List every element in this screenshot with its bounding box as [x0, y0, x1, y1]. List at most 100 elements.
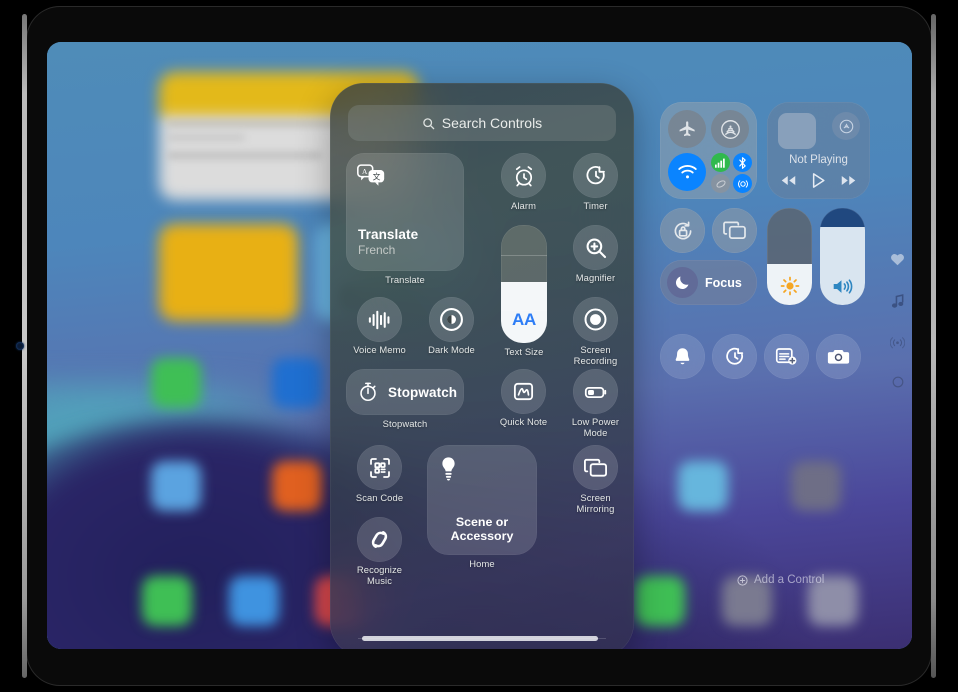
- cellular-button[interactable]: [711, 153, 730, 172]
- control-dark-mode[interactable]: Dark Mode: [428, 297, 475, 355]
- bluetooth-button[interactable]: [733, 153, 752, 172]
- dark-mode-button[interactable]: [429, 297, 474, 342]
- battery-icon: [584, 386, 606, 398]
- circle-icon[interactable]: [892, 376, 904, 388]
- wifi-button[interactable]: [668, 153, 706, 191]
- note-add-icon: [775, 348, 797, 365]
- text-size-slider[interactable]: AA: [501, 225, 547, 343]
- dock-app-icon: [142, 576, 193, 627]
- brightness-slider[interactable]: [767, 208, 812, 305]
- add-a-control-button[interactable]: Add a Control: [737, 574, 824, 586]
- control-magnifier[interactable]: Magnifier: [573, 225, 618, 283]
- quick-note-button[interactable]: [501, 369, 546, 414]
- control-label-screen-recording: Screen Recording: [573, 344, 618, 366]
- hotspot-icon: [737, 179, 748, 188]
- qr-code-icon: [369, 457, 390, 478]
- search-controls-field[interactable]: Search Controls: [348, 105, 616, 141]
- search-icon: [423, 117, 435, 129]
- airplay-button[interactable]: [832, 112, 860, 140]
- control-scene-or-accessory[interactable]: Scene or Accessory Home: [427, 445, 537, 569]
- screen-recording-button[interactable]: [573, 297, 618, 342]
- silent-mode-button[interactable]: [660, 334, 705, 379]
- music-note-icon[interactable]: [891, 293, 905, 309]
- timer-icon: [586, 165, 605, 184]
- screen-mirroring-icon: [723, 221, 746, 239]
- fast-forward-icon[interactable]: [841, 175, 856, 186]
- control-translate[interactable]: A 文 Translate French Translate: [346, 153, 464, 285]
- stopwatch-title: Stopwatch: [388, 384, 458, 400]
- recognize-music-button[interactable]: [357, 517, 402, 562]
- timer-quick-button[interactable]: [712, 334, 757, 379]
- stopwatch-tile[interactable]: Stopwatch: [346, 369, 464, 415]
- control-label-stopwatch: Stopwatch: [382, 418, 428, 429]
- control-screen-mirroring-gallery[interactable]: Screen Mirroring: [573, 445, 618, 513]
- rotation-lock-button[interactable]: [660, 208, 705, 253]
- home-app-icon: [150, 357, 201, 408]
- control-stopwatch[interactable]: Stopwatch Stopwatch: [346, 369, 464, 429]
- home-app-icon: [678, 460, 729, 511]
- screen-mirroring-toggle[interactable]: [712, 208, 757, 253]
- volume-icon-wrap: [820, 277, 865, 296]
- sun-icon: [780, 276, 799, 296]
- media-transport-controls: [767, 173, 870, 188]
- cellular-icon: [715, 158, 725, 168]
- control-label-quick-note: Quick Note: [499, 416, 548, 427]
- ipad-screen: Search Controls A 文 Translate French Tra…: [47, 42, 912, 649]
- front-camera-icon: [16, 342, 24, 350]
- home-app-icon: [271, 460, 322, 511]
- broadcast-icon[interactable]: [890, 336, 905, 349]
- camera-icon: [827, 349, 850, 364]
- dock-app-icon: [635, 576, 686, 627]
- quick-note-add-button[interactable]: [764, 334, 809, 379]
- volume-slider[interactable]: [820, 208, 865, 305]
- timer-button[interactable]: [573, 153, 618, 198]
- waveform-icon: [368, 310, 389, 329]
- personal-hotspot-button[interactable]: [733, 174, 752, 193]
- control-label-dark-mode: Dark Mode: [428, 344, 475, 355]
- heart-icon[interactable]: [890, 252, 905, 266]
- control-alarm[interactable]: Alarm: [501, 153, 546, 211]
- focus-icon-wrap: [667, 267, 698, 298]
- control-label-text-size: Text Size: [504, 346, 544, 357]
- control-center-page-rail: [890, 252, 905, 388]
- control-recognize-music[interactable]: Recognize Music: [357, 517, 402, 585]
- airdrop-button[interactable]: [711, 110, 749, 148]
- control-low-power-mode[interactable]: Low Power Mode: [572, 369, 619, 437]
- home-indicator[interactable]: [361, 636, 598, 641]
- screen-mirroring-icon: [584, 458, 607, 477]
- voice-memo-button[interactable]: [357, 297, 402, 342]
- control-quick-note[interactable]: Quick Note: [500, 369, 547, 427]
- scan-code-button[interactable]: [357, 445, 402, 490]
- bluetooth-icon: [739, 156, 746, 169]
- control-voice-memo[interactable]: Voice Memo: [353, 297, 406, 355]
- media-player-module: Not Playing: [767, 102, 870, 199]
- control-label-timer: Timer: [583, 200, 608, 211]
- screen-mirroring-gallery-button[interactable]: [573, 445, 618, 490]
- control-label-low-power-mode: Low Power Mode: [571, 416, 620, 438]
- scene-or-accessory-tile[interactable]: Scene or Accessory: [427, 445, 537, 555]
- magnifier-button[interactable]: [573, 225, 618, 270]
- home-widget-yellow: [159, 224, 298, 322]
- satellite-button[interactable]: [711, 174, 730, 193]
- control-timer[interactable]: Timer: [573, 153, 618, 211]
- focus-button[interactable]: Focus: [660, 260, 757, 305]
- satellite-icon: [715, 179, 726, 188]
- low-power-mode-button[interactable]: [573, 369, 618, 414]
- album-artwork-placeholder: [778, 113, 816, 149]
- camera-button[interactable]: [816, 334, 861, 379]
- moon-icon: [675, 276, 689, 290]
- alarm-button[interactable]: [501, 153, 546, 198]
- control-text-size[interactable]: AA Text Size: [501, 225, 547, 357]
- control-screen-recording[interactable]: Screen Recording: [573, 297, 618, 365]
- plus-circle-icon: [737, 574, 748, 586]
- airplay-icon: [839, 119, 853, 133]
- text-size-glyph: AA: [512, 310, 536, 329]
- airplane-mode-button[interactable]: [668, 110, 706, 148]
- rewind-icon[interactable]: [781, 175, 796, 186]
- control-scan-code[interactable]: Scan Code: [356, 445, 403, 503]
- play-icon[interactable]: [812, 173, 825, 188]
- control-gallery-panel: Search Controls A 文 Translate French Tra…: [330, 83, 634, 649]
- translate-tile[interactable]: A 文 Translate French: [346, 153, 464, 271]
- record-icon: [584, 308, 607, 331]
- translate-icon: A 文: [357, 164, 385, 191]
